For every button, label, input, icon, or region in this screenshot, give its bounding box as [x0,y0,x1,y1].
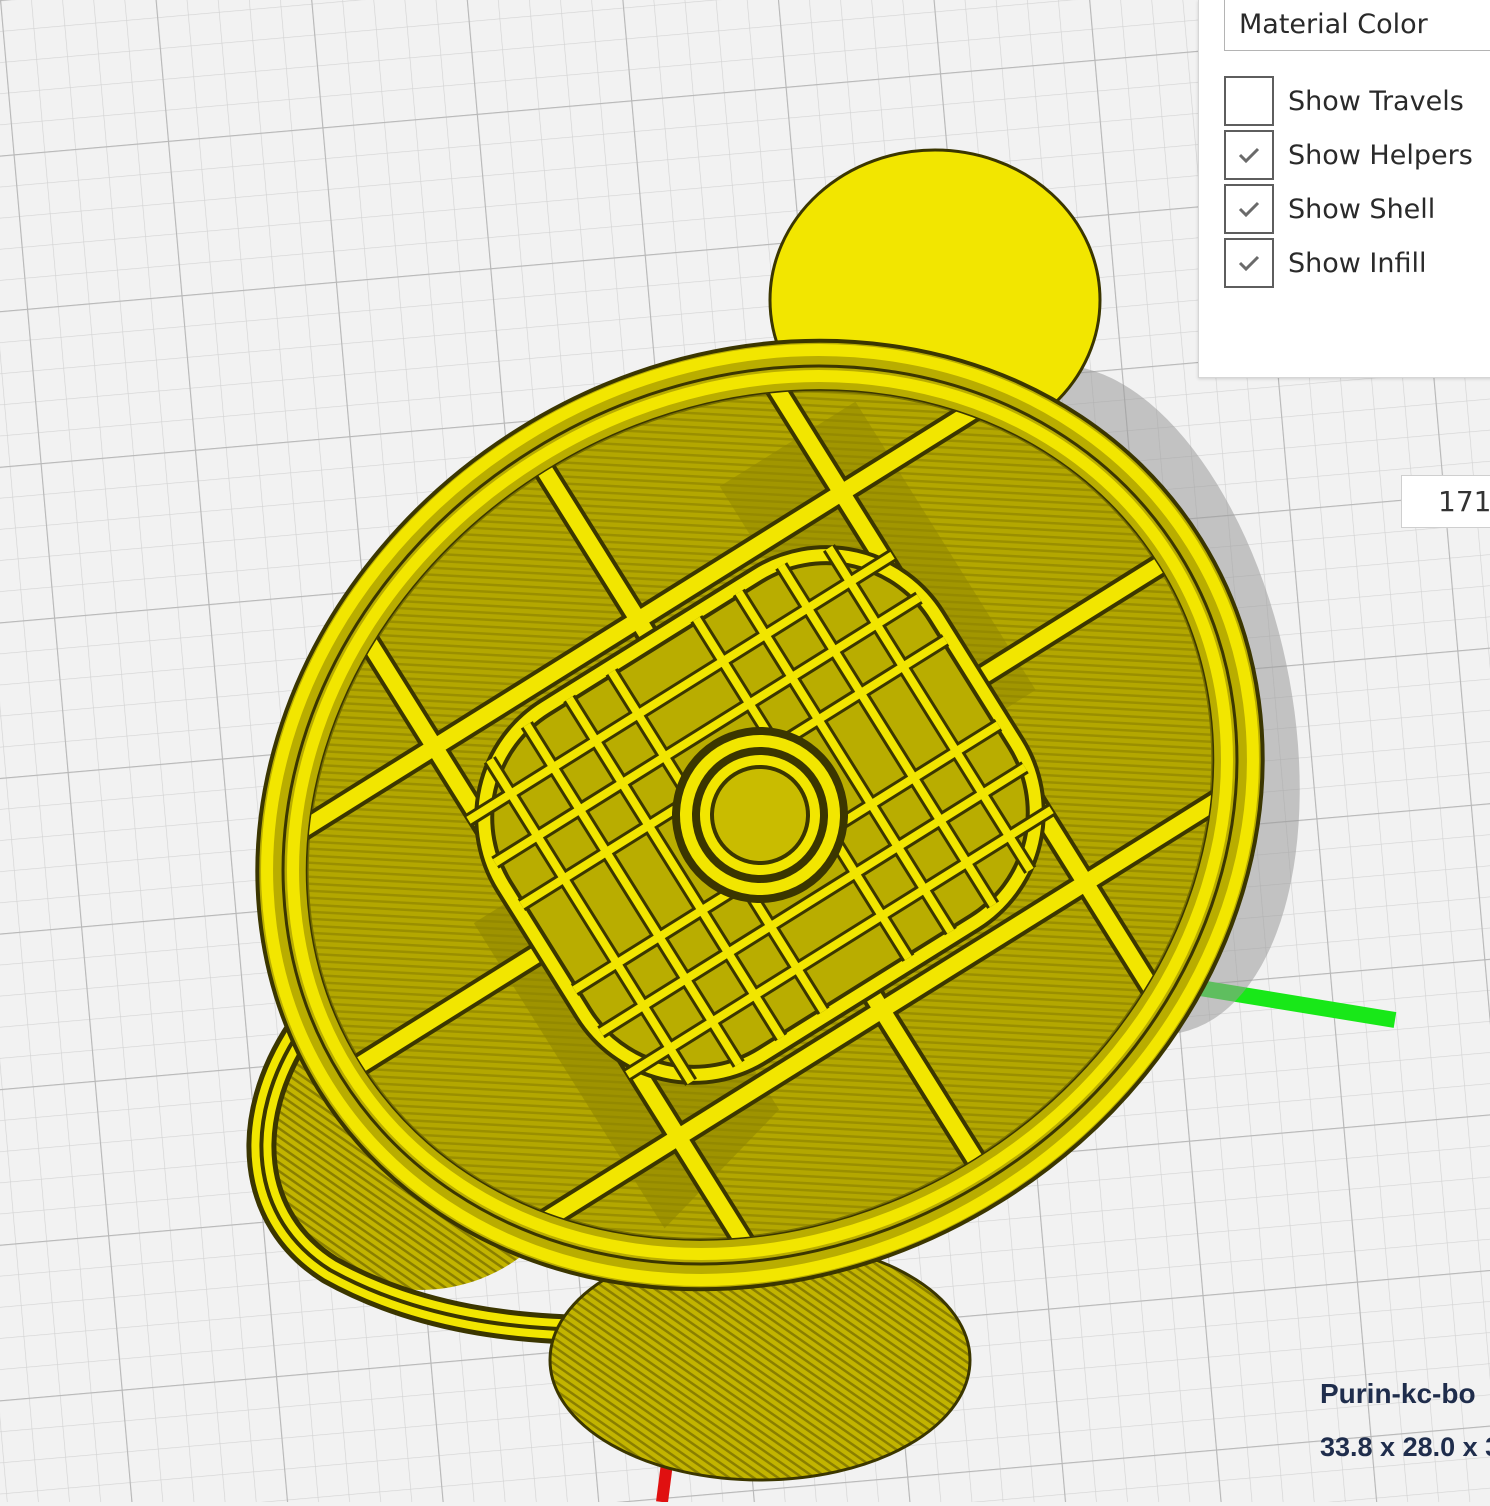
show-infill-checkbox[interactable] [1224,238,1274,288]
show-shell-checkbox[interactable] [1224,184,1274,234]
show-travels-label: Show Travels [1288,85,1464,117]
show-shell-label: Show Shell [1288,193,1436,225]
show-helpers-checkbox[interactable] [1224,130,1274,180]
checkmark-icon [1238,201,1260,218]
checkmark-icon [1238,255,1260,272]
show-helpers-label: Show Helpers [1288,139,1473,171]
color-scheme-value: Material Color [1239,9,1428,40]
show-infill-option[interactable]: Show Infill [1224,237,1427,289]
model-name: Purin-kc-bo [1320,1378,1476,1409]
show-helpers-option[interactable]: Show Helpers [1224,129,1473,181]
show-infill-label: Show Infill [1288,247,1427,279]
color-scheme-dropdown[interactable]: Material Color [1224,0,1490,51]
checkmark-icon [1238,147,1260,164]
model-dimensions: 33.8 x 28.0 x 3 [1320,1432,1490,1462]
show-shell-option[interactable]: Show Shell [1224,183,1435,235]
show-travels-checkbox[interactable] [1224,76,1274,126]
layer-number-input[interactable]: 171 [1401,475,1490,528]
show-travels-option[interactable]: Show Travels [1224,75,1464,127]
